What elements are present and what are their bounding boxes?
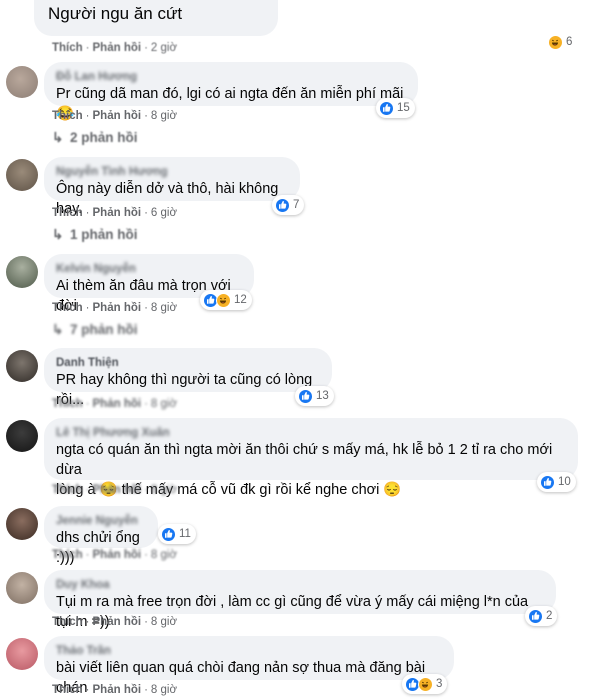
comment-actions: Thích · Phản hồi · 8 giờ <box>52 684 178 696</box>
comment-time: 8 giờ <box>150 302 178 314</box>
like-link[interactable]: Thích <box>52 110 83 122</box>
view-replies-link[interactable]: ↳ 1 phản hồi <box>52 227 138 242</box>
comment-bubble: Duy Khoa Tụi m ra mà free trọn đời , làm… <box>44 570 556 630</box>
reaction-count: 13 <box>316 390 329 402</box>
avatar[interactable] <box>6 638 38 670</box>
like-link[interactable]: Thích <box>52 549 83 561</box>
like-reaction-icon <box>298 388 313 404</box>
comment-text-line: ngta có quán ăn thì ngta mời ăn thôi chứ… <box>56 442 553 478</box>
reaction-count: 3 <box>436 678 443 690</box>
reply-link[interactable]: Phản hồi <box>93 398 142 410</box>
reply-arrow-icon: ↳ <box>52 130 64 145</box>
comment-bubble: Đỗ Lan Hương Pr cũng dã man đó, lgi có a… <box>44 62 418 122</box>
like-link[interactable]: Thích <box>52 616 83 628</box>
reaction-summary[interactable]: 7 <box>272 195 305 215</box>
like-link[interactable]: Thích <box>52 207 83 219</box>
comment-author[interactable]: Thảo Trần <box>56 644 442 658</box>
avatar[interactable] <box>6 159 38 191</box>
reply-link[interactable]: Phản hồi <box>93 549 142 561</box>
comment-time: 8 giờ <box>150 398 178 410</box>
avatar[interactable] <box>6 420 38 452</box>
reaction-count: 7 <box>293 199 300 211</box>
comment-author[interactable]: Nguyễn Tình Hương <box>56 165 288 179</box>
comment-actions: Thích · Phản hồi · 8 giờ <box>52 549 178 561</box>
reply-link[interactable]: Phản hồi <box>93 616 142 628</box>
reply-link[interactable]: Phản hồi <box>93 684 142 696</box>
comment-actions: Thích · Phản hồi · 8 giờ <box>52 398 178 410</box>
avatar[interactable] <box>6 66 38 98</box>
comment-author[interactable]: Đỗ Lan Hương <box>56 70 406 84</box>
reply-link[interactable]: Phản hồi <box>93 302 142 314</box>
view-replies-link[interactable]: ↳ 7 phản hồi <box>52 322 138 337</box>
comment-author[interactable]: Jennie Nguyễn <box>56 514 146 528</box>
avatar[interactable] <box>6 508 38 540</box>
reply-link[interactable]: Phản hồi <box>93 484 142 496</box>
comment-time: 8 giờ <box>150 549 178 561</box>
comment-time: 8 giờ <box>150 110 178 122</box>
comment-text: dhs chửi ổng :))) <box>56 530 140 566</box>
like-reaction-icon <box>379 100 394 116</box>
avatar[interactable] <box>6 256 38 288</box>
view-replies-link[interactable]: ↳ 2 phản hồi <box>52 130 138 145</box>
comment-bubble: Thảo Trần bài viết liên quan quá chòi đa… <box>44 636 454 696</box>
reaction-count: 12 <box>234 294 247 306</box>
comment-actions: Thích · Phản hồi · 8 giờ <box>52 110 178 122</box>
comment-time: 8 giờ <box>150 484 178 496</box>
like-reaction-icon <box>161 526 176 542</box>
like-link[interactable]: Thích <box>52 42 83 54</box>
comment-bubble: Lê Thị Phương Xuân ngta có quán ăn thì n… <box>44 418 578 498</box>
avatar[interactable] <box>6 572 38 604</box>
reply-arrow-icon: ↳ <box>52 227 64 242</box>
comment-actions: Thích · Phản hồi · 6 giờ <box>52 207 178 219</box>
reaction-summary[interactable]: 2 <box>525 606 558 626</box>
comment-time: 2 giờ <box>150 42 178 54</box>
reply-link[interactable]: Phản hồi <box>93 207 142 219</box>
comment-actions: Thích · Phản hồi · 8 giờ <box>52 484 178 496</box>
reaction-summary[interactable]: 13 <box>295 386 334 406</box>
comment-time: 6 giờ <box>150 207 178 219</box>
comment-author[interactable]: Duy Khoa <box>56 578 544 592</box>
comment-bubble: Nguyễn Tình Hương Ông này diễn dở và thô… <box>44 157 300 217</box>
reaction-count: 10 <box>558 476 571 488</box>
haha-icon <box>418 676 433 692</box>
reply-link[interactable]: Phản hồi <box>93 42 142 54</box>
comment-bubble: Người ngu ăn cứt <box>34 0 278 36</box>
like-reaction-icon <box>275 197 290 213</box>
reaction-summary[interactable]: 15 <box>376 98 415 118</box>
reply-link[interactable]: Phản hồi <box>93 110 142 122</box>
comment-actions: Thích · Phản hồi · 8 giờ <box>52 302 178 314</box>
comment-actions: Thích · Phản hồi · 8 giờ <box>52 616 178 628</box>
like-link[interactable]: Thích <box>52 302 83 314</box>
comment-author[interactable]: Danh Thiện <box>56 356 320 370</box>
comment-time: 8 giờ <box>150 616 178 628</box>
avatar[interactable] <box>6 350 38 382</box>
reaction-summary[interactable]: 11 <box>158 524 196 544</box>
like-reaction-icon <box>528 608 543 624</box>
replies-count[interactable]: 1 phản hồi <box>70 227 138 242</box>
comment-actions: Thích · Phản hồi · 2 giờ <box>52 42 178 54</box>
comment-bubble: Jennie Nguyễn dhs chửi ổng :))) <box>44 506 158 566</box>
comment-time: 8 giờ <box>150 684 178 696</box>
haha-icon <box>548 34 563 50</box>
replies-count[interactable]: 2 phản hồi <box>70 130 138 145</box>
comment-bubble: Danh Thiện PR hay không thì người ta cũn… <box>44 348 332 408</box>
reaction-summary[interactable]: 12 <box>200 290 252 310</box>
reaction-count: 2 <box>546 610 553 622</box>
like-link[interactable]: Thích <box>52 398 83 410</box>
comment-text: Người ngu ăn cứt <box>48 4 183 23</box>
reaction-summary[interactable]: 10 <box>537 472 576 492</box>
reaction-summary[interactable]: 3 <box>402 674 448 694</box>
replies-count[interactable]: 7 phản hồi <box>70 322 138 337</box>
like-reaction-icon <box>540 474 555 490</box>
like-link[interactable]: Thích <box>52 484 83 496</box>
reaction-count: 11 <box>179 528 191 540</box>
reaction-count: 15 <box>397 102 410 114</box>
comment-author[interactable]: Lê Thị Phương Xuân <box>56 426 566 440</box>
like-link[interactable]: Thích <box>52 684 83 696</box>
reply-arrow-icon: ↳ <box>52 322 64 337</box>
comment-author[interactable]: Kelvin Nguyễn <box>56 262 242 276</box>
reaction-summary[interactable]: 6 <box>545 32 578 52</box>
haha-icon <box>216 292 231 308</box>
reaction-count: 6 <box>566 36 573 48</box>
